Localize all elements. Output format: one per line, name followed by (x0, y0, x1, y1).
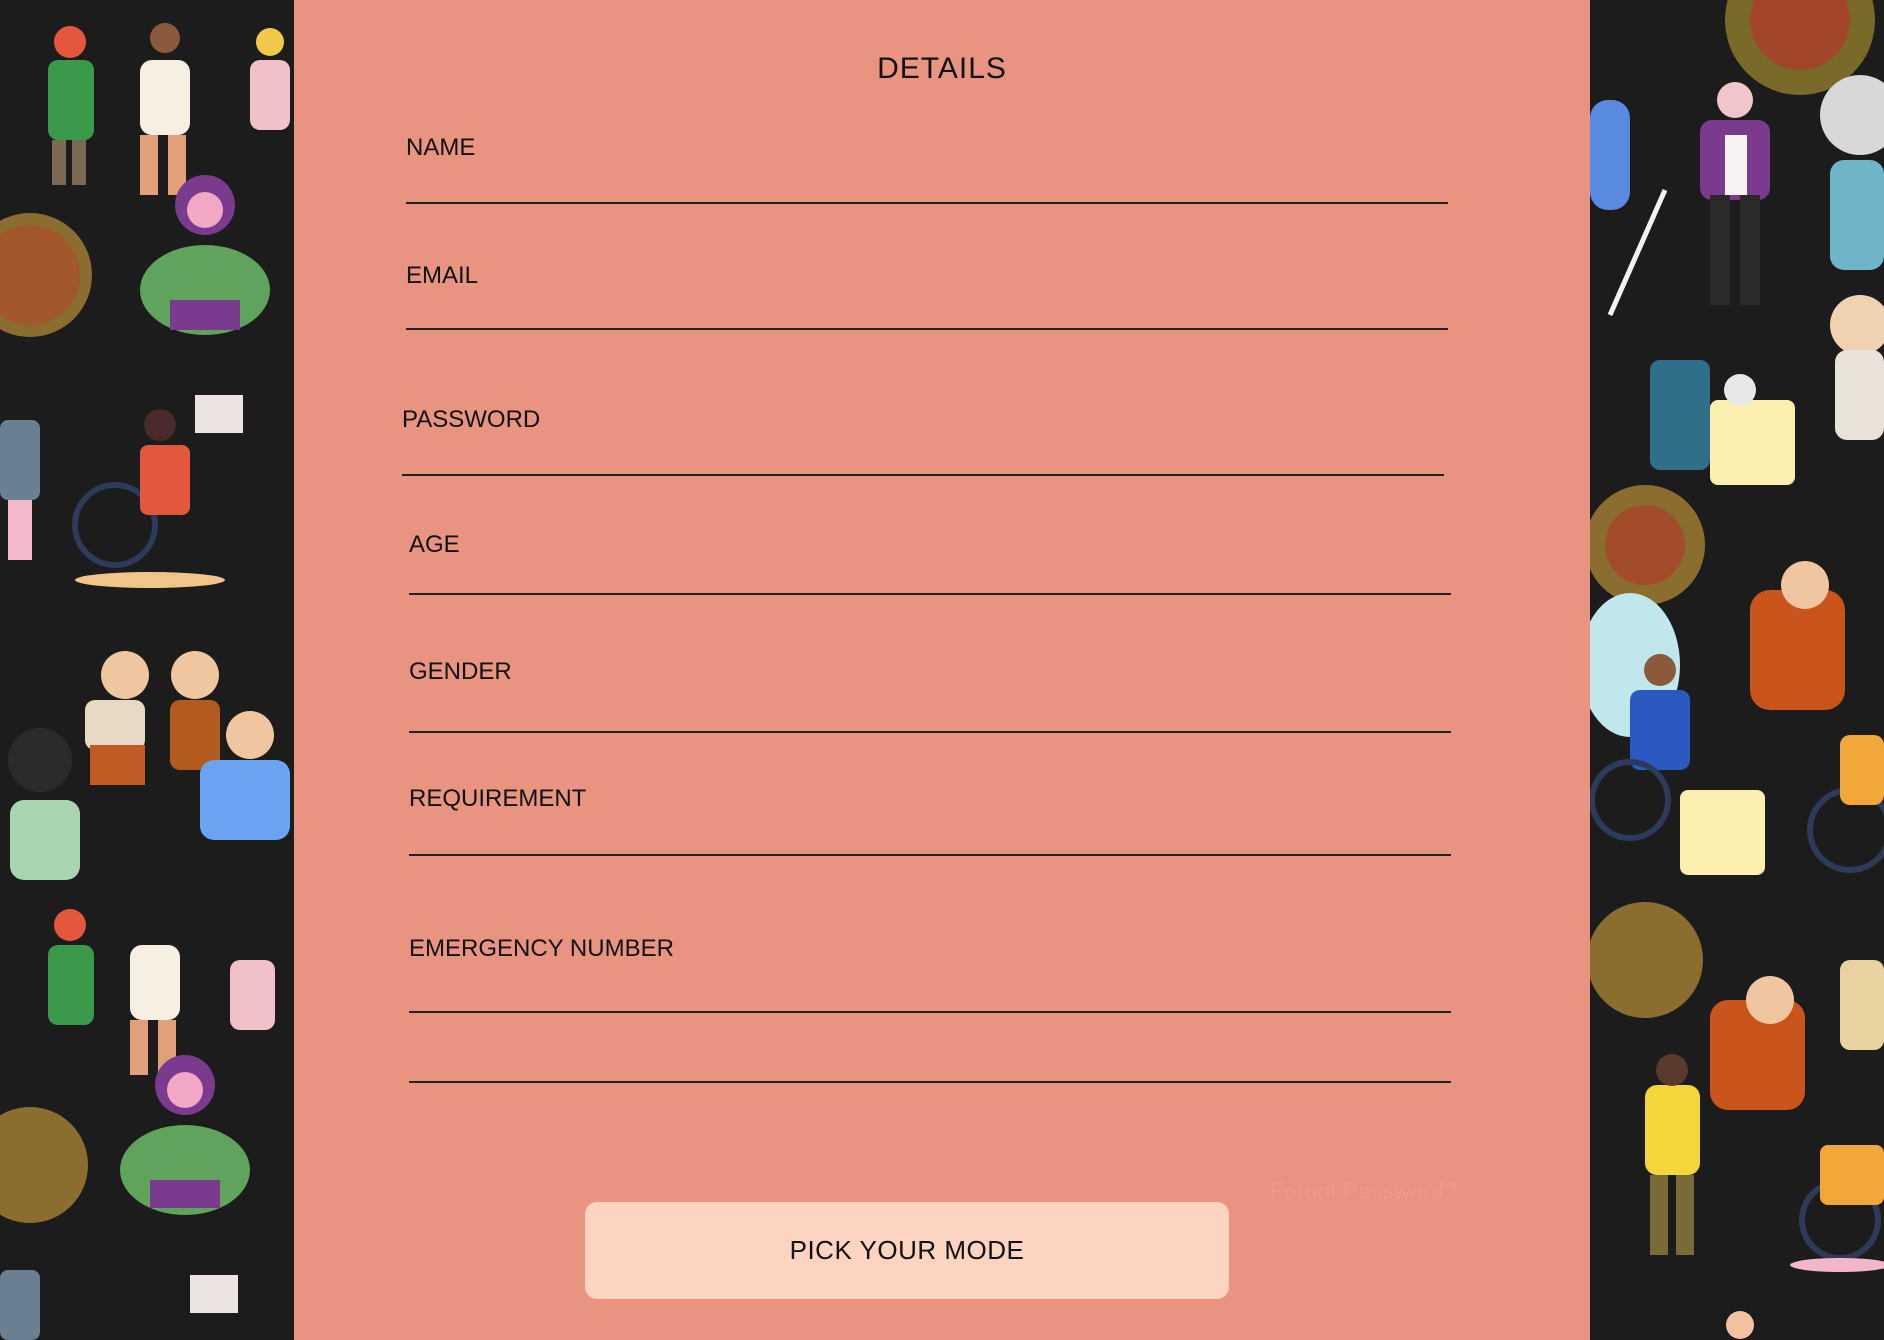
gender-field[interactable]: GENDER (409, 654, 1451, 736)
password-label: PASSWORD (402, 406, 541, 433)
age-underline (409, 593, 1451, 595)
requirement-underline (409, 854, 1451, 856)
age-field[interactable]: AGE (409, 527, 1451, 597)
requirement-label: REQUIREMENT (409, 785, 587, 812)
age-input[interactable] (409, 563, 1451, 595)
people-illustration-left (0, 0, 294, 1340)
emergency-number-underline (409, 1011, 1451, 1013)
name-label: NAME (406, 134, 476, 161)
email-label: EMAIL (406, 262, 479, 289)
people-illustration-right (1590, 0, 1884, 1340)
name-field[interactable]: NAME (406, 130, 1448, 206)
pick-your-mode-button[interactable]: PICK YOUR MODE (585, 1202, 1229, 1299)
age-label: AGE (409, 531, 460, 558)
emergency-number-input[interactable] (409, 1001, 1451, 1033)
requirement-input[interactable] (409, 819, 1451, 851)
password-input[interactable] (402, 442, 1444, 474)
forgot-password-link[interactable]: Forgot Password? (1270, 1178, 1457, 1205)
emergency-number-field[interactable]: EMERGENCY NUMBER (409, 931, 1451, 1083)
emergency-number-label: EMERGENCY NUMBER (409, 935, 674, 962)
name-input[interactable] (406, 170, 1448, 202)
page-title: DETAILS (877, 52, 1007, 85)
right-decorative-collage (1590, 0, 1884, 1340)
name-underline (406, 202, 1448, 204)
emergency-number-second-underline (409, 1081, 1451, 1083)
email-input[interactable] (406, 296, 1448, 328)
email-field[interactable]: EMAIL (406, 258, 1448, 332)
details-form-panel: DETAILS NAME EMAIL PASSWORD AGE GENDER R… (294, 0, 1590, 1340)
gender-underline (409, 731, 1451, 733)
email-underline (406, 328, 1448, 330)
password-underline (402, 474, 1444, 476)
gender-input[interactable] (409, 696, 1451, 728)
left-decorative-collage (0, 0, 294, 1340)
requirement-field[interactable]: REQUIREMENT (409, 781, 1451, 857)
gender-label: GENDER (409, 658, 512, 685)
password-field[interactable]: PASSWORD (402, 402, 1444, 478)
